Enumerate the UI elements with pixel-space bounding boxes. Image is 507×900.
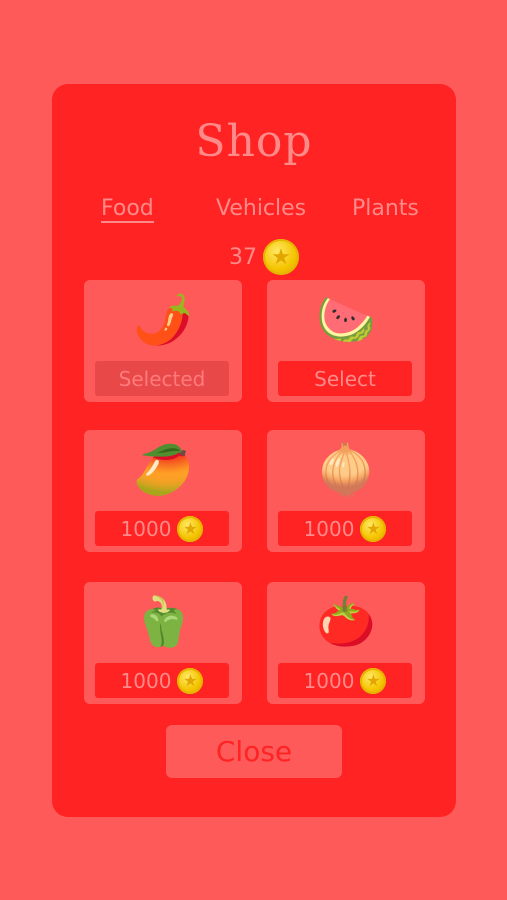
item-card-chili-pepper: 🌶️ Selected [84, 280, 242, 402]
coin-balance: 37 [229, 238, 299, 276]
watermelon-icon: 🍉 [316, 292, 376, 348]
select-button-label: Select [314, 366, 376, 391]
select-button[interactable]: Select [278, 361, 412, 396]
buy-button-tomato[interactable]: 1000 [278, 663, 412, 698]
buy-button-onion[interactable]: 1000 [278, 511, 412, 546]
mango-icon: 🥭 [133, 442, 193, 498]
buy-button-bell-pepper[interactable]: 1000 [95, 663, 229, 698]
item-card-tomato: 🍅 1000 [267, 582, 425, 704]
balance-amount: 37 [229, 244, 257, 270]
close-button[interactable]: Close [166, 725, 342, 778]
tab-food[interactable]: Food [101, 196, 154, 223]
coin-icon [360, 515, 387, 542]
price-label: 1000 [120, 516, 172, 541]
coin-icon [263, 239, 299, 275]
category-tabs: Food Vehicles Plants [52, 196, 456, 226]
coin-icon [177, 515, 204, 542]
price-label: 1000 [120, 668, 172, 693]
coin-icon [360, 667, 387, 694]
tab-vehicles[interactable]: Vehicles [216, 196, 306, 221]
shop-title: Shop [195, 116, 313, 167]
selected-button[interactable]: Selected [95, 361, 229, 396]
item-card-mango: 🥭 1000 [84, 430, 242, 552]
price-label: 1000 [303, 668, 355, 693]
item-card-bell-pepper: 🫑 1000 [84, 582, 242, 704]
tab-plants[interactable]: Plants [352, 196, 419, 221]
bell-pepper-icon: 🫑 [133, 594, 193, 650]
onion-icon: 🧅 [316, 442, 376, 498]
close-button-label: Close [215, 735, 293, 768]
buy-button-mango[interactable]: 1000 [95, 511, 229, 546]
selected-button-label: Selected [118, 366, 206, 391]
shop-panel: Shop Food Vehicles Plants 37 🌶️ Selected… [52, 84, 456, 817]
chili-pepper-icon: 🌶️ [133, 292, 193, 348]
item-card-onion: 🧅 1000 [267, 430, 425, 552]
tomato-icon: 🍅 [316, 594, 376, 650]
coin-icon [177, 667, 204, 694]
price-label: 1000 [303, 516, 355, 541]
item-card-watermelon: 🍉 Select [267, 280, 425, 402]
